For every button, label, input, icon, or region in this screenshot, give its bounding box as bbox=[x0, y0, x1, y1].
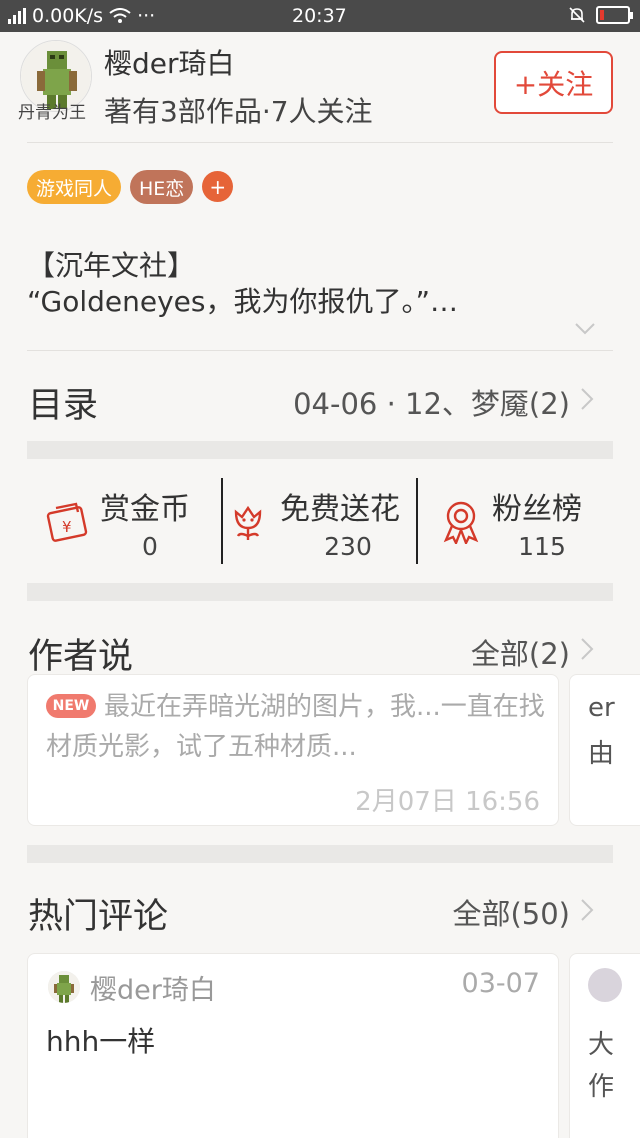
stat-free-flowers[interactable]: 免费送花 230 bbox=[228, 478, 418, 564]
author-note-card[interactable]: NEW 最近在弄暗光湖的图片，我...一直在找材质光影，试了五种材质... 2月… bbox=[27, 674, 559, 826]
peek-text: 大 bbox=[588, 1030, 615, 1060]
chevron-right-icon[interactable] bbox=[580, 637, 594, 661]
commenter-avatar[interactable] bbox=[48, 971, 80, 1003]
signal-icon bbox=[8, 8, 26, 24]
clock: 20:37 bbox=[292, 5, 347, 27]
hot-comments-title: 热门评论 bbox=[28, 897, 169, 937]
author-header: 丹青为王 樱der琦白 著有3部作品·7人关注 +关注 bbox=[0, 32, 640, 142]
comment-card[interactable]: 樱der琦白 03-07 hhh一样 bbox=[27, 953, 559, 1138]
chevron-right-icon[interactable] bbox=[580, 898, 594, 922]
avatar-image bbox=[20, 40, 92, 112]
author-note-body: 最近在弄暗光湖的图片，我...一直在找材质光影，试了五种材质... bbox=[46, 692, 545, 762]
stat-fan-ranking[interactable]: 粉丝榜 115 bbox=[440, 478, 610, 564]
chevron-right-icon[interactable] bbox=[580, 387, 594, 411]
intro-divider bbox=[27, 350, 613, 351]
add-tag-button[interactable]: + bbox=[202, 171, 234, 202]
commenter-avatar[interactable] bbox=[588, 968, 622, 1002]
stat-label: 粉丝榜 bbox=[492, 492, 582, 527]
commenter-name[interactable]: 樱der琦白 bbox=[90, 968, 216, 1007]
avatar-overlay-text: 丹青为王 bbox=[18, 103, 86, 123]
peek-text: 由 bbox=[588, 739, 615, 769]
author-note-card-next[interactable]: er 由 bbox=[569, 674, 640, 826]
status-left: 0.00K/s ··· bbox=[8, 5, 155, 27]
flower-icon bbox=[234, 505, 262, 540]
stat-label: 赏金币 bbox=[100, 492, 190, 527]
chevron-down-icon[interactable] bbox=[574, 322, 596, 336]
author-note-time: 2月07日 16:56 bbox=[355, 787, 540, 817]
ribbon-medal-icon bbox=[443, 501, 479, 544]
more-indicator: ··· bbox=[137, 5, 156, 27]
header-divider bbox=[27, 142, 613, 143]
peek-text: 作 bbox=[588, 1072, 615, 1102]
section-separator bbox=[27, 583, 613, 601]
intro-line-2: “Goldeneyes，我为你报仇了。”… bbox=[27, 285, 458, 318]
network-speed: 0.00K/s bbox=[32, 5, 104, 27]
stat-divider bbox=[416, 478, 418, 564]
stat-divider bbox=[221, 478, 223, 564]
avatar-figure-icon bbox=[21, 41, 91, 111]
section-separator bbox=[27, 845, 613, 863]
avatar-figure-icon bbox=[48, 971, 80, 1003]
catalog-latest-chapter[interactable]: 04-06 · 12、梦魇(2) bbox=[293, 381, 570, 423]
catalog-title[interactable]: 目录 bbox=[28, 377, 98, 428]
tag-game-fanfic[interactable]: 游戏同人 bbox=[27, 170, 122, 204]
author-meta: 著有3部作品·7人关注 bbox=[104, 95, 373, 128]
author-says-all-link[interactable]: 全部(2) bbox=[471, 631, 570, 673]
author-says-title: 作者说 bbox=[28, 637, 134, 677]
tag-list: 游戏同人 HE恋 + bbox=[27, 170, 234, 204]
comment-card-next[interactable]: 大 作 bbox=[569, 953, 640, 1138]
stat-value: 0 bbox=[142, 532, 158, 561]
stat-reward-coins[interactable]: ¥ 赏金币 0 bbox=[40, 478, 210, 564]
section-separator bbox=[27, 441, 613, 459]
follow-button[interactable]: +关注 bbox=[494, 51, 613, 114]
hot-comments-all-link[interactable]: 全部(50) bbox=[452, 891, 570, 933]
intro-line-1: 【沉年文社】 bbox=[27, 249, 196, 282]
red-envelope-icon: ¥ bbox=[46, 502, 88, 542]
status-right bbox=[568, 6, 633, 24]
author-avatar[interactable]: 丹青为王 bbox=[18, 40, 92, 136]
svg-text:¥: ¥ bbox=[62, 518, 72, 536]
wifi-icon bbox=[109, 8, 131, 23]
stat-label: 免费送花 bbox=[280, 492, 400, 527]
author-name[interactable]: 樱der琦白 bbox=[104, 42, 235, 82]
tag-he-romance[interactable]: HE恋 bbox=[130, 170, 194, 204]
stat-value: 115 bbox=[518, 532, 566, 561]
comment-text: hhh一样 bbox=[46, 1025, 156, 1058]
peek-text: er bbox=[588, 693, 615, 723]
comment-date: 03-07 bbox=[461, 968, 540, 999]
status-bar: 0.00K/s ··· 20:37 bbox=[0, 0, 640, 32]
battery-icon bbox=[596, 6, 633, 24]
stat-value: 230 bbox=[324, 532, 372, 561]
mute-bell-icon bbox=[569, 7, 585, 23]
author-note-text: 最近在弄暗光湖的图片，我...一直在找材质光影，试了五种材质... bbox=[46, 687, 546, 767]
